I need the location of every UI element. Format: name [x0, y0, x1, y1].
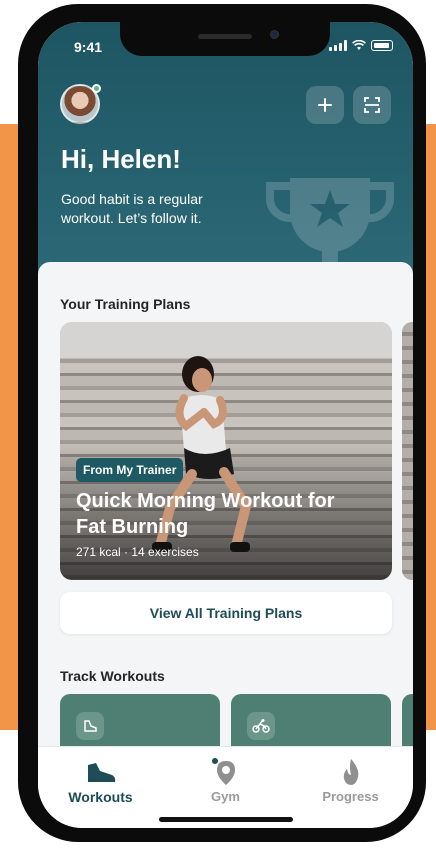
tab-progress[interactable]: Progress — [288, 747, 413, 828]
greeting-title: Hi, Helen! — [61, 144, 181, 174]
tab-label: Progress — [322, 789, 379, 804]
status-time: 9:41 — [74, 39, 103, 55]
home-indicator — [159, 817, 293, 822]
online-status-dot — [92, 84, 101, 93]
wifi-icon — [352, 40, 366, 50]
training-plan-title: Quick Morning Workout for Fat Burning — [76, 490, 335, 538]
battery-icon — [371, 40, 393, 51]
greeting-subtitle: Good habit is a regular workout. Let’s f… — [61, 191, 203, 226]
track-workouts-title: Track Workouts — [60, 668, 165, 684]
plus-icon — [318, 98, 332, 112]
add-button[interactable] — [306, 86, 344, 124]
training-plan-meta: 271 kcal · 14 exercises — [76, 545, 199, 559]
scan-button[interactable] — [353, 86, 391, 124]
sneaker-icon — [87, 763, 115, 782]
flame-icon — [343, 759, 358, 785]
tab-label: Workouts — [68, 789, 133, 805]
front-camera — [270, 30, 279, 39]
app-screen: 9:41 Hi, Helen! Good habit is a regular … — [38, 22, 413, 828]
scan-icon — [364, 97, 380, 113]
bottom-tab-bar: Workouts Gym Progress — [38, 746, 413, 828]
tab-workouts[interactable]: Workouts — [38, 747, 163, 828]
device-notch — [120, 22, 330, 56]
view-all-training-plans-button[interactable]: View All Training Plans — [60, 592, 392, 634]
cycling-icon — [247, 712, 275, 740]
training-plans-title: Your Training Plans — [60, 296, 191, 312]
trainer-badge: From My Trainer — [76, 458, 184, 482]
status-icons — [329, 40, 393, 51]
running-shoe-icon — [76, 712, 104, 740]
location-pin-icon — [211, 758, 235, 785]
training-plan-card[interactable]: From My Trainer Quick Morning Workout fo… — [60, 322, 392, 580]
tab-label: Gym — [211, 789, 240, 804]
tab-gym[interactable]: Gym — [163, 747, 288, 828]
next-training-card-peek[interactable] — [402, 322, 413, 580]
speaker-grille — [198, 34, 252, 39]
signal-icon — [329, 40, 347, 51]
